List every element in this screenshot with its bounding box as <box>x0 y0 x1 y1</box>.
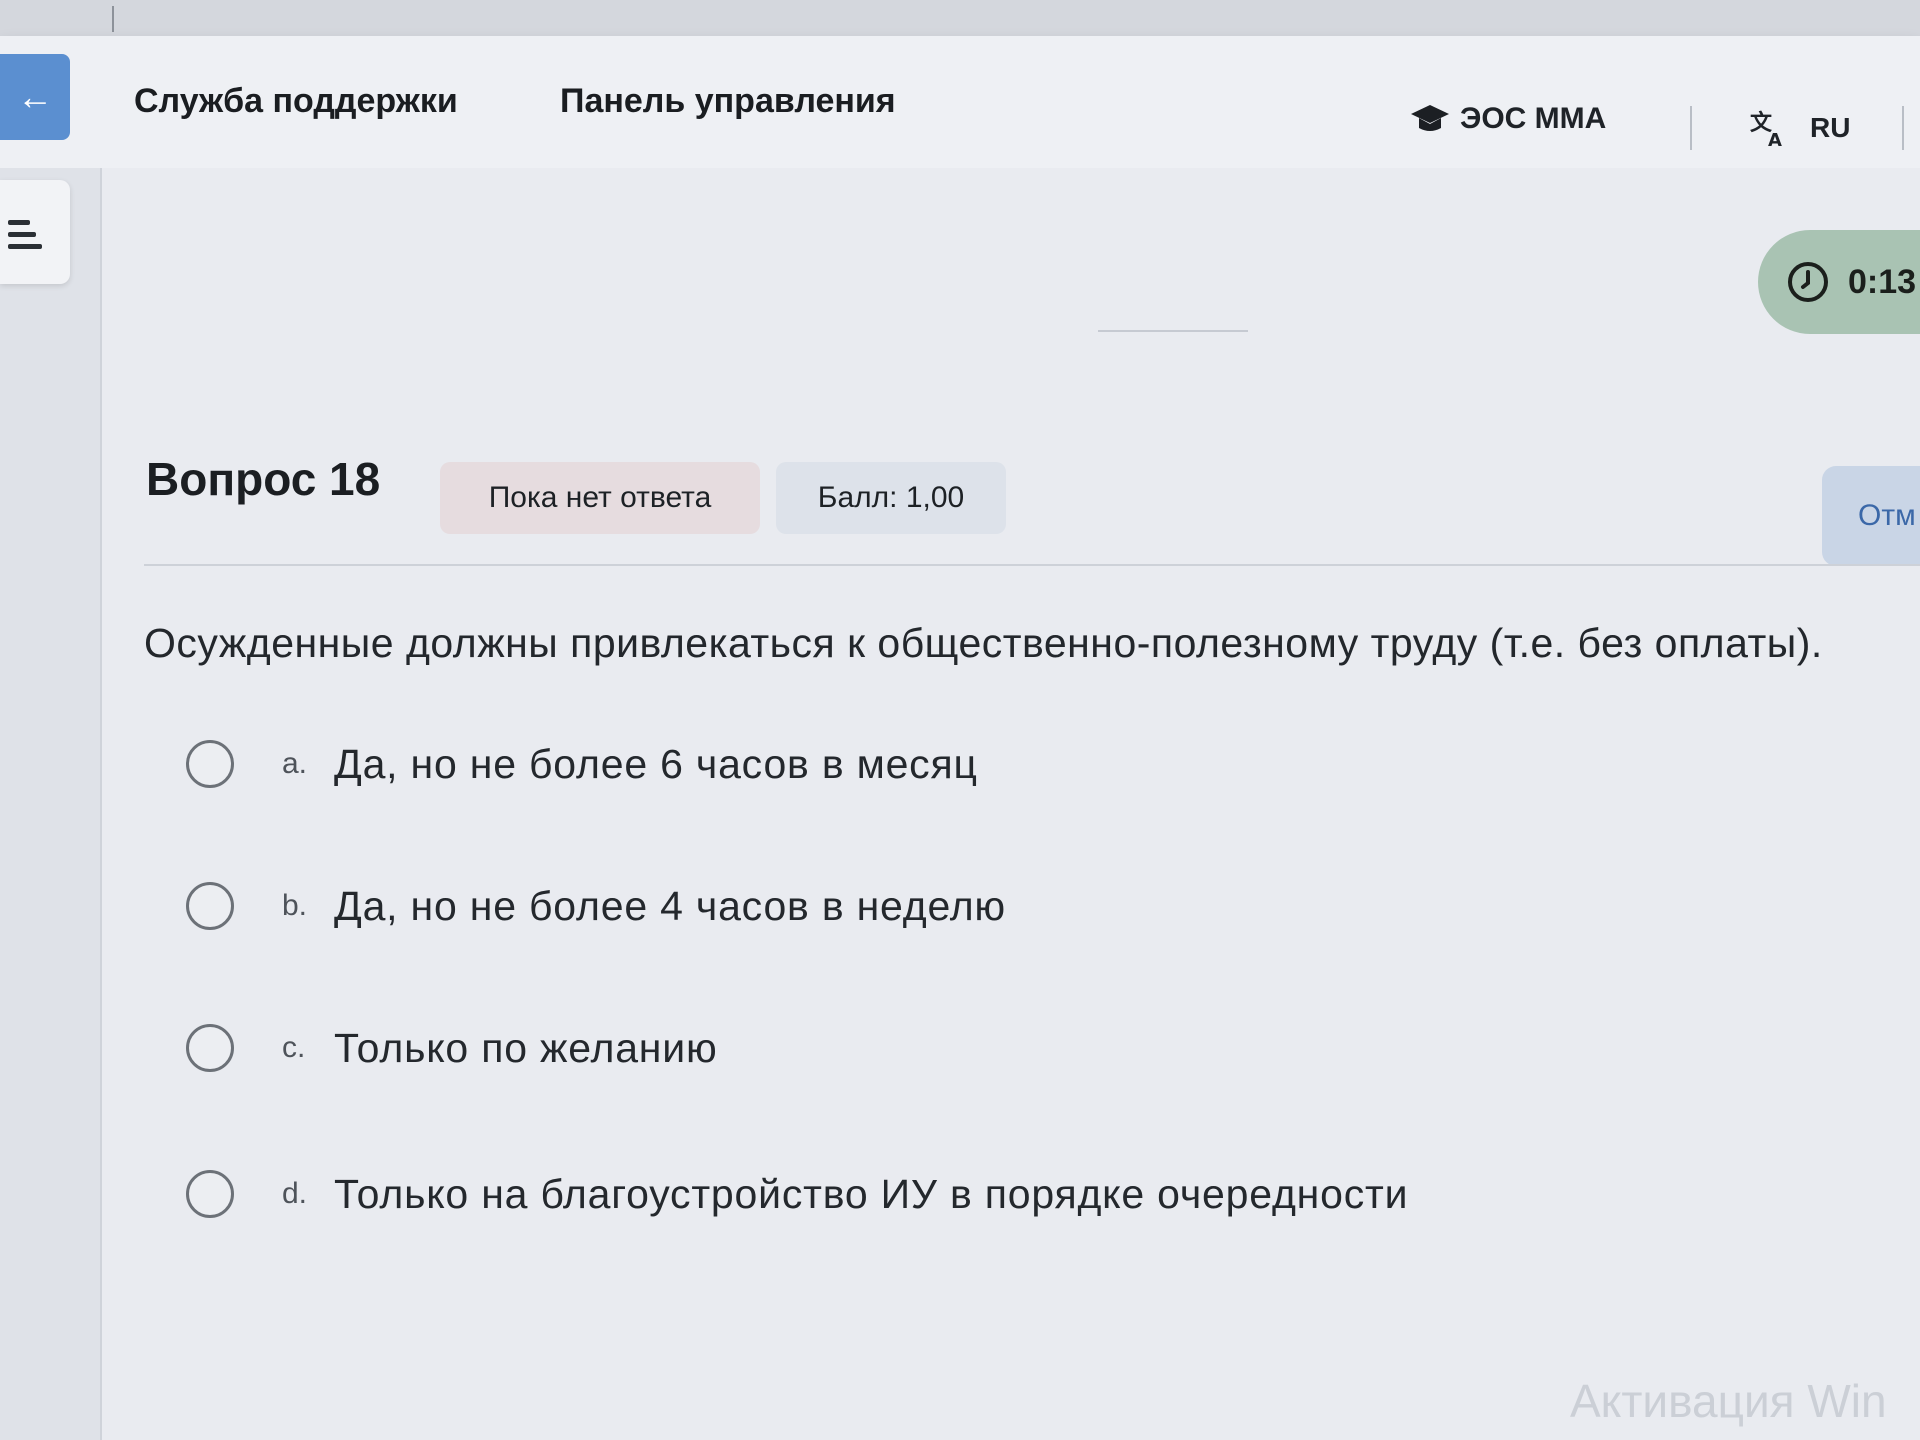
nav-dashboard-link[interactable]: Панель управления <box>560 82 896 121</box>
nav-site-link[interactable]: ЭОС ММА <box>1410 102 1606 136</box>
course-index-sidebar <box>0 168 102 1440</box>
radio-button[interactable] <box>186 740 234 788</box>
radio-button[interactable] <box>186 1170 234 1218</box>
answer-letter: d. <box>282 1177 308 1210</box>
graduation-cap-icon <box>1411 105 1449 131</box>
answer-letter: a. <box>282 747 308 780</box>
question-text: Осужденные должны привлекаться к обществ… <box>144 620 1823 666</box>
answer-option-c[interactable]: c. Только по желанию <box>186 1018 718 1078</box>
flag-question-button[interactable]: Отм <box>1822 466 1920 566</box>
answer-label[interactable]: Да, но не более 6 часов в месяц <box>334 741 978 788</box>
radio-button[interactable] <box>186 882 234 930</box>
drawer-toggle-button[interactable] <box>0 180 70 284</box>
drawer-icon-bar <box>8 220 30 225</box>
main-content <box>102 168 1920 1440</box>
language-label: RU <box>1810 112 1851 143</box>
question-title: Вопрос 18 <box>146 453 381 505</box>
answer-letter: b. <box>282 889 308 922</box>
header-divider <box>1098 330 1248 332</box>
chrome-divider <box>112 6 114 32</box>
answer-option-b[interactable]: b. Да, но не более 4 часов в неделю <box>186 876 1006 936</box>
nav-separator <box>1690 106 1692 150</box>
clock-icon <box>1788 262 1828 302</box>
drawer-icon-bar <box>8 244 42 249</box>
nav-site-label: ЭОС ММА <box>1460 102 1607 135</box>
question-divider <box>144 564 1920 566</box>
nav-separator <box>1902 106 1904 150</box>
score-badge: Балл: 1,00 <box>776 462 1006 534</box>
top-navbar: ← Служба поддержки Панель управления ЭОС… <box>0 36 1920 168</box>
drawer-icon-bar <box>8 232 36 237</box>
quiz-timer[interactable]: 0:13 <box>1758 230 1920 334</box>
language-menu[interactable]: 文 A RU <box>1748 108 1850 148</box>
answer-status-badge: Пока нет ответа <box>440 462 760 534</box>
answer-letter: c. <box>282 1031 306 1064</box>
activation-watermark: Активация Win <box>1570 1375 1887 1427</box>
browser-chrome-strip <box>0 0 1920 37</box>
answer-option-d[interactable]: d. Только на благоустройство ИУ в порядк… <box>186 1164 1408 1224</box>
quiz-page: ← Служба поддержки Панель управления ЭОС… <box>0 0 1920 1440</box>
radio-button[interactable] <box>186 1024 234 1072</box>
answer-option-a[interactable]: a. Да, но не более 6 часов в месяц <box>186 734 978 794</box>
back-button[interactable]: ← <box>0 54 70 140</box>
arrow-left-icon: ← <box>17 76 53 117</box>
timer-value: 0:13 <box>1848 262 1917 301</box>
answer-label[interactable]: Да, но не более 4 часов в неделю <box>334 883 1006 930</box>
answer-label[interactable]: Только на благоустройство ИУ в порядке о… <box>334 1171 1408 1218</box>
answer-label[interactable]: Только по желанию <box>334 1025 718 1072</box>
svg-text:A: A <box>1768 130 1782 148</box>
nav-support-link[interactable]: Служба поддержки <box>134 82 458 121</box>
translate-icon: 文 A <box>1750 110 1782 148</box>
